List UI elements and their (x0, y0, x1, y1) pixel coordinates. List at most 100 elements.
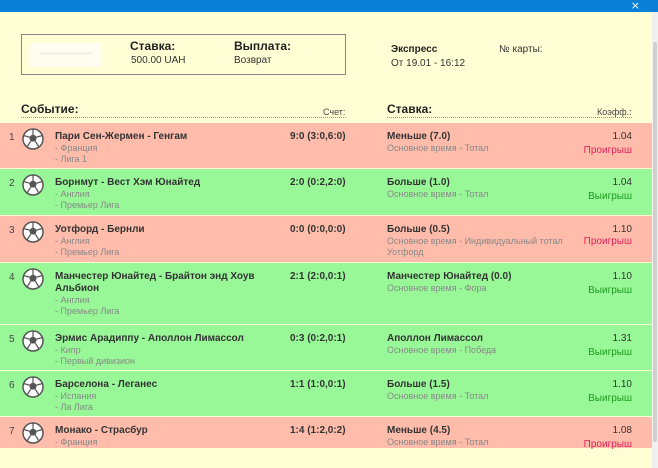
event-score: 0:0 (0:0,0:0) (290, 224, 346, 235)
event-result: Выигрыш (588, 393, 632, 404)
event-country: - Англия (55, 295, 90, 305)
event-country: - Англия (55, 189, 90, 199)
event-column-header: Событие: (21, 102, 79, 116)
card-number-label: № карты: (499, 44, 543, 55)
event-row[interactable]: 5 Эрмис Арадиппу - Аполлон Лимассол - Кипр… (0, 325, 652, 371)
event-score: 0:3 (0:2,0:1) (290, 333, 346, 344)
event-league: - Премьер Лига (55, 247, 120, 257)
event-country: - Кипр (55, 345, 81, 355)
event-league: - Первый дивизион (55, 356, 135, 366)
event-score: 9:0 (3:0,6:0) (290, 131, 346, 142)
payout-value: Возврат (234, 55, 272, 66)
event-country: - Испания (55, 391, 97, 401)
bet-label: Больше (1.5) (387, 379, 450, 390)
event-league: - Лига 1 (55, 154, 88, 164)
bet-market: Основное время - Тотал (387, 391, 489, 401)
event-teams: Уотфорд - Бернли - Англия - Премьер Лига (55, 224, 255, 258)
bet-date: От 19.01 - 16:12 (391, 58, 466, 69)
scrollbar[interactable] (652, 12, 658, 468)
bet-market: Основное время - Тотал (387, 143, 489, 153)
event-number: 2 (9, 178, 15, 189)
event-coef: 1.10 (612, 379, 632, 390)
teams-label: Пари Сен-Жермен - Генгам (55, 131, 188, 142)
event-coef: 1.10 (612, 271, 632, 282)
event-country: - Англия (55, 236, 90, 246)
bet-market: Основное время - Победа (387, 345, 497, 355)
bet-market: Основное время - Фора (387, 283, 487, 293)
event-row[interactable]: 2 Борнмут - Вест Хэм Юнайтед - Англия - Пре… (0, 169, 652, 216)
event-number: 7 (9, 426, 15, 437)
event-result: Проигрыш (583, 236, 632, 247)
event-teams: Пари Сен-Жермен - Генгам - Франция - Лига … (55, 131, 255, 165)
event-score: 2:0 (0:2,2:0) (290, 177, 346, 188)
event-bet: Больше (1.5) Основное время - Тотал (387, 379, 587, 402)
event-number: 4 (9, 272, 15, 283)
stake-column-header: Ставка: (387, 102, 433, 116)
event-row[interactable]: 6 Барселона - Леганес - Испания - Ла Лига 1:… (0, 371, 652, 417)
event-number: 3 (9, 225, 15, 236)
teams-label: Эрмис Арадиппу - Аполлон Лимассол (55, 333, 244, 344)
close-icon[interactable]: × (631, 0, 640, 12)
bet-label: Больше (0.5) (387, 224, 450, 235)
teams-label: Уотфорд - Бернли (55, 224, 145, 235)
event-coef: 1.04 (612, 177, 632, 188)
soccer-ball-icon (22, 221, 44, 243)
teams-label: Борнмут - Вест Хэм Юнайтед (55, 177, 201, 188)
event-bet: Больше (0.5) Основное время - Индивидуаль… (387, 224, 587, 258)
bet-label: Меньше (4.5) (387, 425, 451, 436)
event-league: - Премьер Лига (55, 200, 120, 210)
soccer-ball-icon (22, 128, 44, 150)
event-teams: Борнмут - Вест Хэм Юнайтед - Англия - Прем… (55, 177, 255, 211)
event-bet: Больше (1.0) Основное время - Тотал (387, 177, 587, 200)
event-row[interactable]: 1 Пари Сен-Жермен - Генгам - Франция - Лига… (0, 123, 652, 169)
events-list: 1 Пари Сен-Жермен - Генгам - Франция - Лига… (0, 123, 652, 450)
bet-market: Основное время - Индивидуальный тотал Уо… (387, 236, 563, 257)
event-teams: Манчестер Юнайтед - Брайтон энд Хоув Аль… (55, 271, 255, 317)
event-bet: Меньше (4.5) Основное время - Тотал (387, 425, 587, 448)
stake-value: 500.00 UAH (131, 55, 186, 66)
event-score: 1:1 (1:0,0:1) (290, 379, 346, 390)
payout-label: Выплата: (234, 39, 292, 53)
event-score: 2:1 (2:0,0:1) (290, 271, 346, 282)
event-teams: Эрмис Арадиппу - Аполлон Лимассол - Кипр -… (55, 333, 255, 367)
coef-column-header: Коэфф.: (597, 107, 632, 117)
event-coef: 1.10 (612, 224, 632, 235)
event-bet: Манчестер Юнайтед (0.0) Основное время - … (387, 271, 587, 294)
event-number: 1 (9, 132, 15, 143)
bet-summary-box: Ставка: 500.00 UAH Выплата: Возврат (21, 34, 346, 75)
bet-label: Аполлон Лимассол (387, 333, 483, 344)
event-coef: 1.04 (612, 131, 632, 142)
bet-type: Экспресс (391, 44, 438, 55)
event-coef: 1.31 (612, 333, 632, 344)
event-result: Проигрыш (583, 439, 632, 450)
event-country: - Франция (55, 143, 98, 153)
soccer-ball-icon (22, 422, 44, 444)
event-teams: Барселона - Леганес - Испания - Ла Лига (55, 379, 255, 413)
header-divider-right (387, 117, 632, 118)
soccer-ball-icon (22, 376, 44, 398)
event-result: Проигрыш (583, 145, 632, 156)
teams-label: Барселона - Леганес (55, 379, 158, 390)
scrollbar-thumb[interactable] (653, 42, 657, 442)
header-divider-left (21, 117, 346, 118)
teams-label: Манчестер Юнайтед - Брайтон энд Хоув Аль… (55, 271, 255, 294)
event-row[interactable]: 4 Манчестер Юнайтед - Брайтон энд Хоув Ал… (0, 263, 652, 325)
event-coef: 1.08 (612, 425, 632, 436)
event-result: Выигрыш (588, 347, 632, 358)
teams-label: Монако - Страсбур (55, 425, 148, 436)
event-row[interactable]: 7 Монако - Страсбур - Франция 1:4 (1:2,0:2)… (0, 417, 652, 450)
event-score: 1:4 (1:2,0:2) (290, 425, 346, 436)
event-result: Выигрыш (588, 285, 632, 296)
logo-placeholder (30, 43, 102, 67)
score-column-header: Счет: (323, 107, 346, 117)
stake-label: Ставка: (130, 39, 176, 53)
soccer-ball-icon (22, 268, 44, 290)
event-number: 5 (9, 334, 15, 345)
event-bet: Меньше (7.0) Основное время - Тотал (387, 131, 587, 154)
event-number: 6 (9, 380, 15, 391)
event-row[interactable]: 3 Уотфорд - Бернли - Англия - Премьер Лига 0… (0, 216, 652, 263)
bet-label: Больше (1.0) (387, 177, 450, 188)
event-league: - Ла Лига (55, 402, 93, 412)
bet-market: Основное время - Тотал (387, 437, 489, 447)
event-bet: Аполлон Лимассол Основное время - Победа (387, 333, 587, 356)
